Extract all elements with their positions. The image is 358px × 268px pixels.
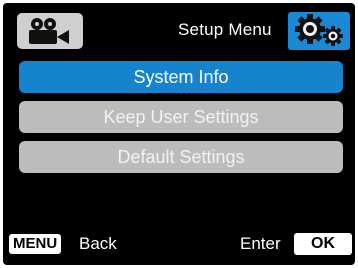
menu-button[interactable]: MENU <box>9 234 62 254</box>
gears-icon[interactable] <box>288 12 350 50</box>
back-label: Back <box>79 234 117 253</box>
footer-bar: MENU Back Enter OK <box>3 229 355 259</box>
device-screen: Setup Menu System Info Keep User Setting… <box>3 3 355 265</box>
header-bar: Setup Menu <box>3 3 355 55</box>
menu-item-default-settings[interactable]: Default Settings <box>19 141 343 173</box>
menu-item-system-info[interactable]: System Info <box>19 61 343 93</box>
video-camera-icon[interactable] <box>17 13 83 49</box>
enter-label: Enter <box>240 234 281 253</box>
menu-item-keep-user-settings[interactable]: Keep User Settings <box>19 101 343 133</box>
ok-button[interactable]: OK <box>294 233 352 255</box>
page-title: Setup Menu <box>178 20 272 39</box>
